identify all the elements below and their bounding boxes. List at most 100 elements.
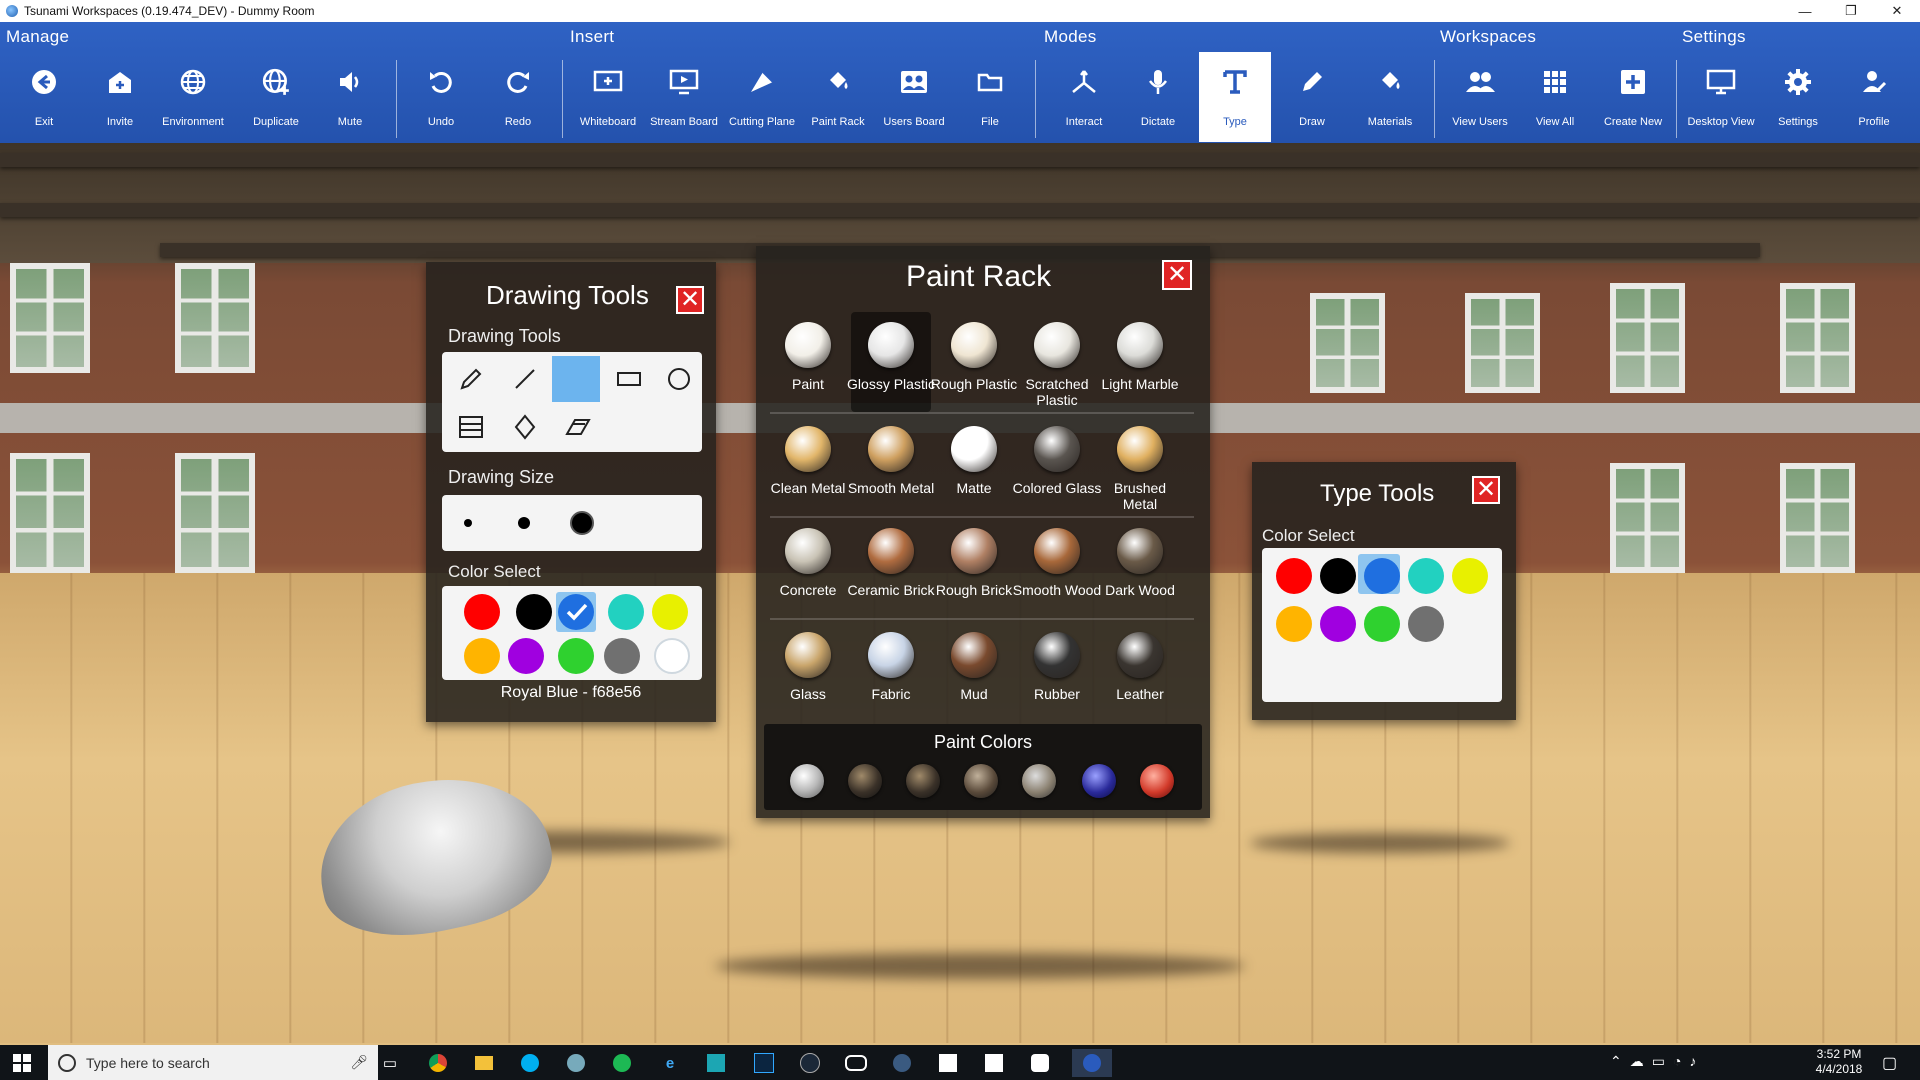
minimize-button[interactable]: — (1782, 0, 1828, 22)
size-medium-button[interactable] (518, 517, 530, 529)
paint-color-swatch[interactable] (848, 764, 882, 798)
clock[interactable]: 3:52 PM 4/4/2018 (1806, 1047, 1872, 1077)
eraser-tool-button[interactable] (554, 404, 600, 450)
paint-color-swatch[interactable] (1140, 764, 1174, 798)
material-concrete[interactable]: Concrete (768, 518, 848, 618)
settings-button[interactable]: Settings (1760, 52, 1836, 142)
material-mud[interactable]: Mud (934, 622, 1014, 722)
exit-button[interactable]: Exit (6, 52, 82, 142)
chrome-icon[interactable] (424, 1049, 452, 1077)
type-color-swatch[interactable] (1364, 558, 1400, 594)
material-clean-metal[interactable]: Clean Metal (768, 416, 848, 516)
type-color-swatch[interactable] (1408, 606, 1444, 642)
redo-button[interactable]: Redo (480, 52, 556, 142)
invite-button[interactable]: Invite (82, 52, 158, 142)
material-matte[interactable]: Matte (934, 416, 1014, 516)
color-swatch[interactable] (558, 638, 594, 674)
users-board-button[interactable]: Users Board (876, 52, 952, 142)
maya-icon[interactable] (702, 1049, 730, 1077)
app-icon[interactable] (980, 1049, 1008, 1077)
material-colored-glass[interactable]: Colored Glass (1013, 416, 1101, 516)
duplicate-button[interactable]: Duplicate (238, 52, 314, 142)
steam-icon[interactable] (796, 1049, 824, 1077)
type-color-swatch[interactable] (1320, 606, 1356, 642)
spotify-icon[interactable] (608, 1049, 636, 1077)
material-smooth-wood[interactable]: Smooth Wood (1013, 518, 1101, 618)
type-color-swatch[interactable] (1276, 606, 1312, 642)
app-icon[interactable] (888, 1049, 916, 1077)
color-swatch[interactable] (508, 638, 544, 674)
paint-color-swatch[interactable] (1022, 764, 1056, 798)
taskbar-search-box[interactable]: Type here to search 🎤︎ (48, 1045, 378, 1080)
size-small-button[interactable] (464, 519, 472, 527)
view-users-button[interactable]: View Users (1442, 52, 1518, 142)
line-tool-button[interactable] (502, 356, 548, 402)
type-color-swatch[interactable] (1408, 558, 1444, 594)
create-new-button[interactable]: Create New (1595, 52, 1671, 142)
view-all-button[interactable]: View All (1517, 52, 1593, 142)
material-glossy-plastic[interactable]: Glossy Plastic (847, 312, 935, 412)
desktop-view-button[interactable]: Desktop View (1683, 52, 1759, 142)
size-large-button[interactable] (570, 511, 594, 535)
close-window-button[interactable]: ✕ (1874, 0, 1920, 22)
color-swatch[interactable] (464, 638, 500, 674)
stream-board-button[interactable]: Stream Board (646, 52, 722, 142)
oculus-icon[interactable] (842, 1049, 870, 1077)
photoshop-icon[interactable] (750, 1049, 778, 1077)
color-swatch[interactable] (652, 594, 688, 630)
material-glass[interactable]: Glass (768, 622, 848, 722)
profile-button[interactable]: Profile (1836, 52, 1912, 142)
maximize-button[interactable]: ❐ (1828, 0, 1874, 22)
type-button[interactable]: Type (1199, 52, 1271, 142)
color-swatch[interactable] (654, 638, 690, 674)
material-scratched-plastic[interactable]: Scratched Plastic (1017, 312, 1097, 412)
close-paint-rack-button[interactable]: ✕ (1162, 260, 1192, 290)
tsunami-icon[interactable] (562, 1049, 590, 1077)
material-paint[interactable]: Paint (768, 312, 848, 412)
close-type-tools-button[interactable]: ✕ (1472, 476, 1500, 504)
rectangle-tool-button[interactable] (606, 356, 652, 402)
paint-color-swatch[interactable] (790, 764, 824, 798)
task-view-icon[interactable]: ▭ (376, 1049, 404, 1077)
paint-color-swatch[interactable] (906, 764, 940, 798)
mute-button[interactable]: Mute (312, 52, 388, 142)
color-swatch[interactable] (516, 594, 552, 630)
start-button[interactable] (8, 1049, 36, 1077)
material-rubber[interactable]: Rubber (1017, 622, 1097, 722)
tsunami-workspaces-taskbar-app[interactable] (1072, 1049, 1112, 1077)
system-tray-icons[interactable]: ⌃☁▭◔♪ (1610, 1053, 1704, 1070)
internet-explorer-icon[interactable]: e (656, 1049, 684, 1077)
selected-tool-button[interactable] (552, 356, 600, 402)
close-drawing-tools-button[interactable]: ✕ (676, 286, 704, 314)
whiteboard-button[interactable]: Whiteboard (570, 52, 646, 142)
file-button[interactable]: File (952, 52, 1028, 142)
type-color-swatch[interactable] (1276, 558, 1312, 594)
type-color-swatch[interactable] (1364, 606, 1400, 642)
color-swatch[interactable] (608, 594, 644, 630)
pen-tool-button[interactable] (448, 356, 494, 402)
diamond-tool-button[interactable] (502, 404, 548, 450)
material-brushed-metal[interactable]: Brushed Metal (1100, 416, 1180, 516)
cutting-plane-button[interactable]: Cutting Plane (724, 52, 800, 142)
material-ceramic-brick[interactable]: Ceramic Brick (847, 518, 935, 618)
material-light-marble[interactable]: Light Marble (1100, 312, 1180, 412)
notification-icon[interactable]: ▢ (1882, 1053, 1897, 1073)
material-leather[interactable]: Leather (1100, 622, 1180, 722)
environment-button[interactable]: Environment (155, 52, 231, 142)
paint-rack-button[interactable]: Paint Rack (800, 52, 876, 142)
circle-tool-button[interactable] (656, 356, 702, 402)
app-icon[interactable] (934, 1049, 962, 1077)
material-dark-wood[interactable]: Dark Wood (1100, 518, 1180, 618)
paint-color-swatch[interactable] (964, 764, 998, 798)
dictate-button[interactable]: Dictate (1120, 52, 1196, 142)
color-swatch[interactable] (464, 594, 500, 630)
file-explorer-icon[interactable] (470, 1049, 498, 1077)
type-color-swatch[interactable] (1320, 558, 1356, 594)
material-rough-plastic[interactable]: Rough Plastic (931, 312, 1017, 412)
fill-tool-button[interactable] (448, 404, 494, 450)
app-icon[interactable] (1026, 1049, 1054, 1077)
paint-color-swatch[interactable] (1082, 764, 1116, 798)
material-rough-brick[interactable]: Rough Brick (934, 518, 1014, 618)
material-smooth-metal[interactable]: Smooth Metal (848, 416, 934, 516)
skype-icon[interactable] (516, 1049, 544, 1077)
